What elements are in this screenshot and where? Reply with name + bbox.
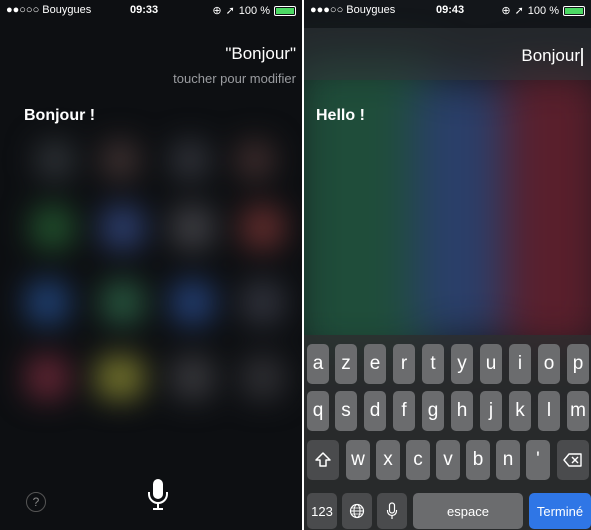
battery-icon <box>563 5 585 16</box>
key-y[interactable]: y <box>451 344 473 384</box>
key-h[interactable]: h <box>451 391 473 431</box>
location-icon: ➚ <box>514 5 524 17</box>
key-q[interactable]: q <box>307 391 329 431</box>
status-bar: ●●○○○ Bouygues 09:33 ⊕ ➚ 100 % <box>0 0 302 20</box>
location-icon: ➚ <box>225 5 235 17</box>
key-r[interactable]: r <box>393 344 415 384</box>
clock: 09:33 <box>130 4 159 16</box>
siri-reply: Bonjour ! <box>24 107 96 124</box>
carrier-label: ●●●○○ Bouygues <box>310 4 396 16</box>
key-f[interactable]: f <box>393 391 415 431</box>
keyboard: a z e r t y u i o p q s d f g h j k l m … <box>304 335 591 530</box>
help-button[interactable]: ? <box>26 492 46 512</box>
microphone-icon <box>386 502 398 519</box>
key-a[interactable]: a <box>307 344 329 384</box>
key-o[interactable]: o <box>538 344 560 384</box>
battery-percent: 100 % <box>238 4 270 17</box>
text-cursor <box>581 47 583 66</box>
key-e[interactable]: e <box>364 344 386 384</box>
key-n[interactable]: n <box>496 440 520 480</box>
shift-icon <box>315 452 331 467</box>
backspace-icon <box>563 453 582 467</box>
carrier-label: ●●○○○ Bouygues <box>6 4 92 16</box>
key-c[interactable]: c <box>406 440 430 480</box>
siri-screen-left: ●●○○○ Bouygues 09:33 ⊕ ➚ 100 % "Bonjour"… <box>0 0 302 530</box>
rotation-lock-icon: ⊕ <box>501 5 511 17</box>
microphone-icon[interactable] <box>145 477 171 513</box>
query-edit-field[interactable]: Bonjour <box>521 46 583 66</box>
key-t[interactable]: t <box>422 344 444 384</box>
key-w[interactable]: w <box>346 440 370 480</box>
key-z[interactable]: z <box>335 344 357 384</box>
siri-query[interactable]: "Bonjour" <box>225 44 296 64</box>
key-l[interactable]: l <box>538 391 560 431</box>
battery-percent: 100 % <box>527 4 559 17</box>
clock: 09:43 <box>436 4 465 16</box>
siri-screen-right: ●●●○○ Bouygues 09:43 ⊕ ➚ 100 % Bonjour H… <box>304 0 591 530</box>
key-p[interactable]: p <box>567 344 589 384</box>
key-apostrophe[interactable]: ' <box>526 440 550 480</box>
status-bar: ●●●○○ Bouygues 09:43 ⊕ ➚ 100 % <box>304 0 591 20</box>
globe-key[interactable] <box>342 493 372 529</box>
globe-icon <box>349 503 365 519</box>
query-edit-text: Bonjour <box>521 46 580 65</box>
rotation-lock-icon: ⊕ <box>212 5 222 17</box>
siri-reply: Hello ! <box>316 107 365 124</box>
key-g[interactable]: g <box>422 391 444 431</box>
key-m[interactable]: m <box>567 391 589 431</box>
key-b[interactable]: b <box>466 440 490 480</box>
status-right: ⊕ ➚ 100 % <box>501 4 585 17</box>
tap-to-edit-hint[interactable]: toucher pour modifier <box>173 71 296 86</box>
dictation-key[interactable] <box>377 493 407 529</box>
status-right: ⊕ ➚ 100 % <box>212 4 296 17</box>
key-x[interactable]: x <box>376 440 400 480</box>
key-i[interactable]: i <box>509 344 531 384</box>
shift-key[interactable] <box>307 440 339 480</box>
key-s[interactable]: s <box>335 391 357 431</box>
space-key[interactable]: espace <box>413 493 523 529</box>
battery-icon <box>274 5 296 16</box>
key-v[interactable]: v <box>436 440 460 480</box>
numbers-key[interactable]: 123 <box>307 493 337 529</box>
delete-key[interactable] <box>557 440 589 480</box>
key-j[interactable]: j <box>480 391 502 431</box>
key-d[interactable]: d <box>364 391 386 431</box>
done-key[interactable]: Terminé <box>529 493 591 529</box>
key-k[interactable]: k <box>509 391 531 431</box>
key-u[interactable]: u <box>480 344 502 384</box>
